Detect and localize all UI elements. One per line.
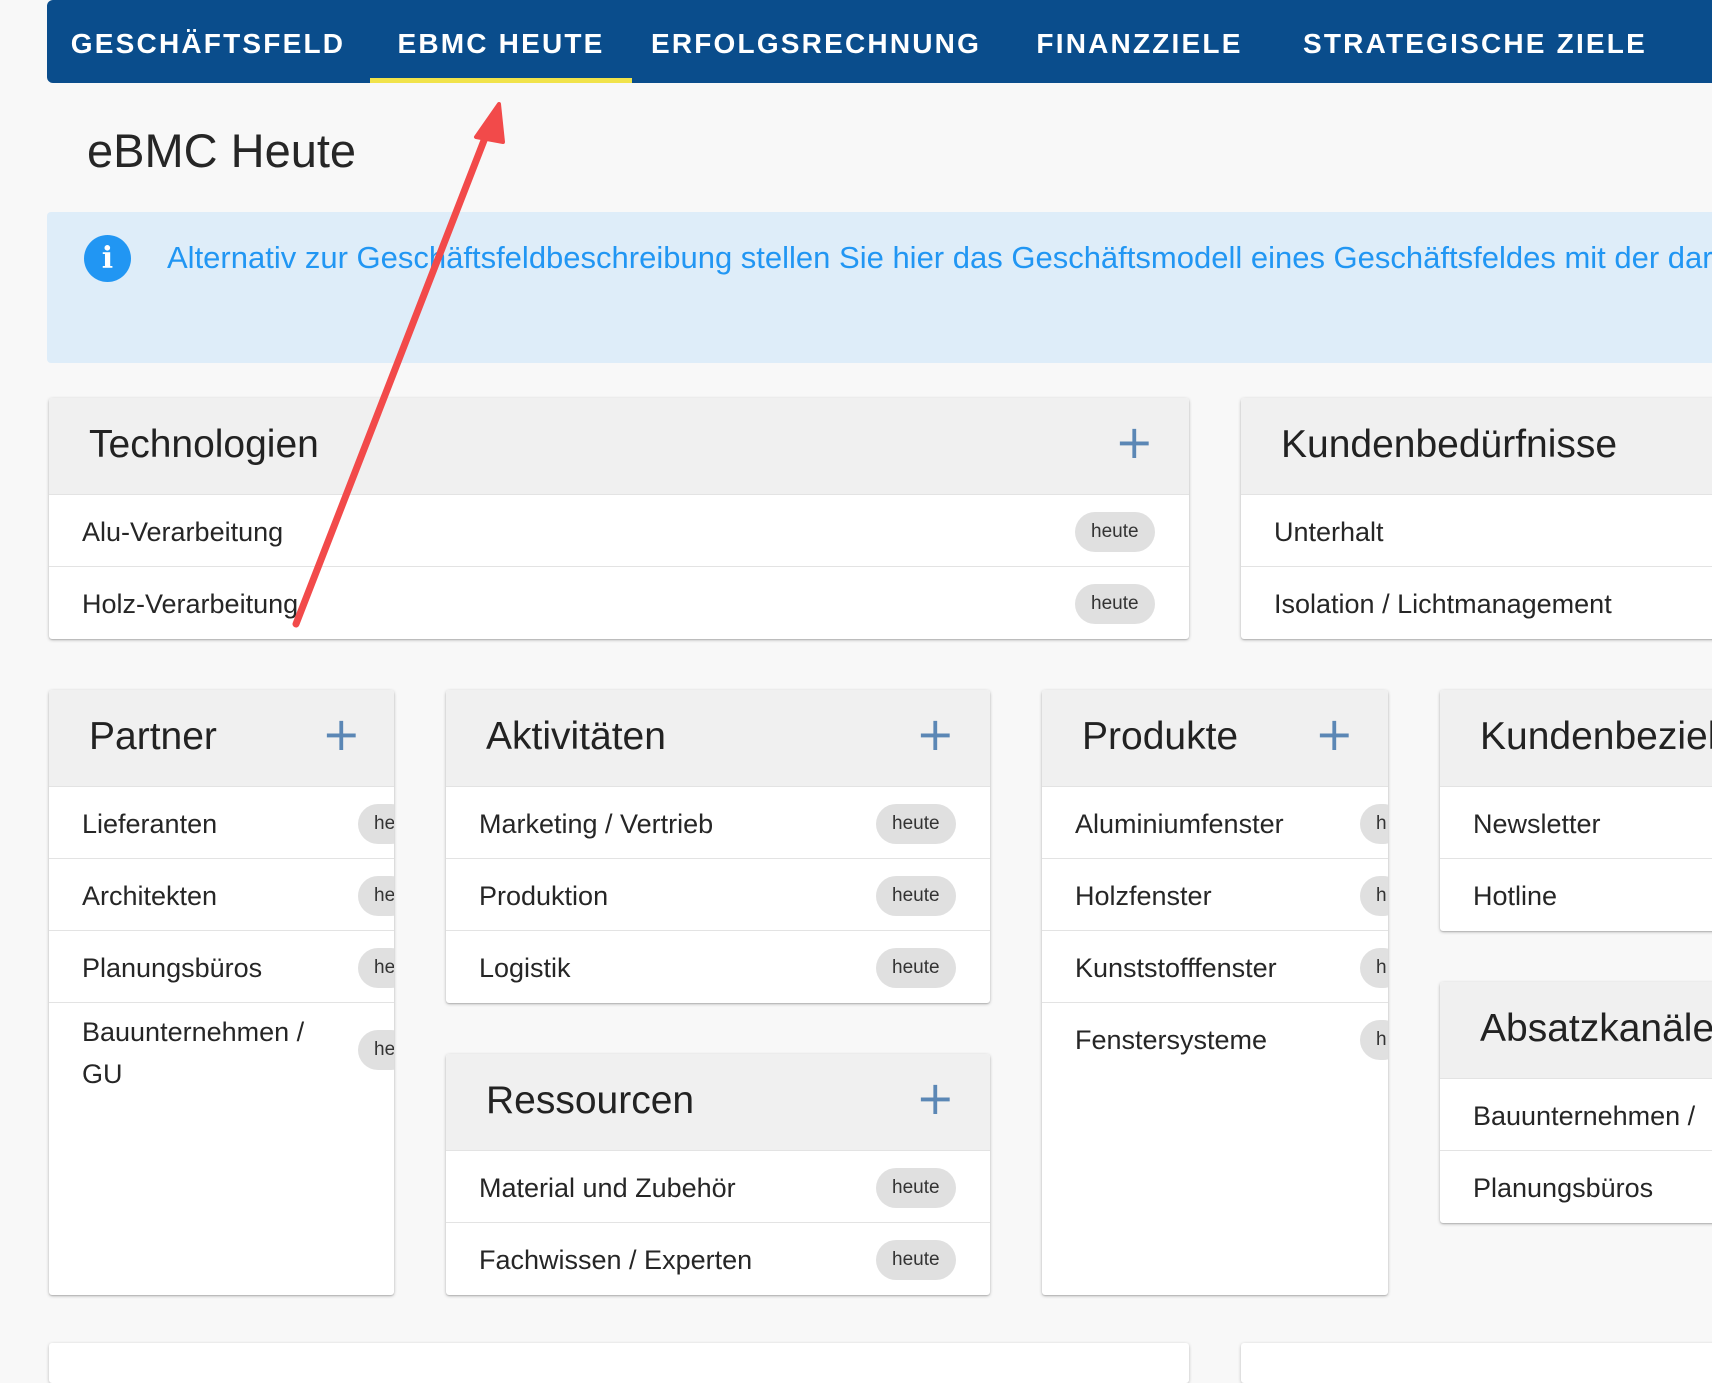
status-badge: heute xyxy=(876,1168,956,1208)
list-item[interactable]: Isolation / Lichtmanagement xyxy=(1241,566,1712,639)
status-badge: he xyxy=(358,1030,394,1070)
add-icon[interactable]: + xyxy=(916,1074,955,1122)
top-navigation: GESCHÄFTSFELD EBMC HEUTE ERFOLGSRECHNUNG… xyxy=(47,0,1712,83)
status-badge: h xyxy=(1360,948,1388,988)
card-header: Kundenbedürfnisse xyxy=(1241,398,1712,494)
list-item[interactable]: Planungsbüros he xyxy=(49,930,394,1003)
card-title: Kundenbedürfnisse xyxy=(1281,423,1618,466)
list-item[interactable]: Material und Zubehör heute xyxy=(446,1150,990,1223)
status-badge: he xyxy=(358,948,394,988)
card-aktivitaeten: Aktivitäten + Marketing / Vertrieb heute… xyxy=(446,690,990,1003)
list-item[interactable]: Bauunternehmen / GU he xyxy=(49,1002,394,1103)
list-item[interactable]: Holzfenster h xyxy=(1042,858,1388,931)
tab-ebmc-heute[interactable]: EBMC HEUTE xyxy=(370,0,632,83)
add-icon[interactable]: + xyxy=(1115,418,1154,466)
card-stub xyxy=(1241,1343,1712,1383)
list-item[interactable]: Fachwissen / Experten heute xyxy=(446,1222,990,1295)
list-item[interactable]: Planungsbüros xyxy=(1440,1150,1712,1223)
card-title: Ressourcen xyxy=(486,1079,695,1122)
list-item[interactable]: Kunststofffenster h xyxy=(1042,930,1388,1003)
list-item[interactable]: Aluminiumfenster h xyxy=(1042,786,1388,859)
item-label: Planungsbüros xyxy=(82,953,263,983)
status-badge: heute xyxy=(876,876,956,916)
tab-strategische-ziele[interactable]: STRATEGISCHE ZIELE xyxy=(1295,0,1655,83)
status-badge: heute xyxy=(876,804,956,844)
list-item[interactable]: Logistik heute xyxy=(446,930,990,1003)
item-label: Newsletter xyxy=(1473,809,1601,839)
status-badge: heute xyxy=(876,948,956,988)
card-title: Kundenbeziel xyxy=(1480,715,1712,758)
item-label: Hotline xyxy=(1473,881,1558,911)
item-label: Material und Zubehör xyxy=(479,1173,736,1203)
status-badge: he xyxy=(358,876,394,916)
card-stub xyxy=(49,1343,1189,1383)
item-label: Bauunternehmen / xyxy=(1473,1101,1696,1131)
card-header: Produkte + xyxy=(1042,690,1388,786)
list-item[interactable]: Produktion heute xyxy=(446,858,990,931)
list-item[interactable]: Newsletter xyxy=(1440,786,1712,859)
status-badge: heute xyxy=(1075,584,1155,624)
list-item[interactable]: Marketing / Vertrieb heute xyxy=(446,786,990,859)
item-label: Fachwissen / Experten xyxy=(479,1245,753,1275)
card-kundenbeziehungen: Kundenbeziel Newsletter Hotline xyxy=(1440,690,1712,931)
status-badge: heute xyxy=(876,1240,956,1280)
status-badge: h xyxy=(1360,876,1388,916)
card-title: Produkte xyxy=(1082,715,1239,758)
card-title: Technologien xyxy=(89,423,319,466)
card-ressourcen: Ressourcen + Material und Zubehör heute … xyxy=(446,1054,990,1295)
item-label: Alu-Verarbeitung xyxy=(82,517,284,547)
card-header: Partner + xyxy=(49,690,394,786)
arrow-head-icon xyxy=(474,102,505,144)
card-title: Absatzkanäle xyxy=(1480,1007,1712,1050)
card-title: Aktivitäten xyxy=(486,715,666,758)
status-badge: heute xyxy=(1075,512,1155,552)
card-absatzkanaele: Absatzkanäle Bauunternehmen / Planungsbü… xyxy=(1440,982,1712,1223)
list-item[interactable]: Fenstersysteme h xyxy=(1042,1002,1388,1075)
list-item[interactable]: Architekten he xyxy=(49,858,394,931)
item-label: Marketing / Vertrieb xyxy=(479,809,714,839)
item-label: Logistik xyxy=(479,953,571,983)
list-item[interactable]: Bauunternehmen / xyxy=(1440,1078,1712,1151)
item-label: Isolation / Lichtmanagement xyxy=(1274,589,1612,619)
status-badge: he xyxy=(358,804,394,844)
item-label: Fenstersysteme xyxy=(1075,1025,1268,1055)
item-label: Produktion xyxy=(479,881,609,911)
card-header: Technologien + xyxy=(49,398,1189,494)
tab-finanzziele[interactable]: FINANZZIELE xyxy=(1022,0,1257,83)
item-label: Holzfenster xyxy=(1075,881,1212,911)
card-title: Partner xyxy=(89,715,217,758)
info-text: Alternativ zur Geschäftsfeldbeschreibung… xyxy=(167,240,1712,275)
card-partner: Partner + Lieferanten he Architekten he … xyxy=(49,690,394,1295)
list-item[interactable]: Alu-Verarbeitung heute xyxy=(49,494,1189,567)
tab-erfolgsrechnung[interactable]: ERFOLGSRECHNUNG xyxy=(647,0,985,83)
tab-geschaeftsfeld[interactable]: GESCHÄFTSFELD xyxy=(47,0,369,83)
card-header: Ressourcen + xyxy=(446,1054,990,1150)
item-label: Planungsbüros xyxy=(1473,1173,1654,1203)
add-icon[interactable]: + xyxy=(1315,710,1354,758)
add-icon[interactable]: + xyxy=(322,710,361,758)
item-label: Lieferanten xyxy=(82,809,218,839)
item-label: Holz-Verarbeitung xyxy=(82,589,299,619)
card-header: Kundenbeziel xyxy=(1440,690,1712,786)
item-label: Unterhalt xyxy=(1274,517,1384,547)
list-item[interactable]: Hotline xyxy=(1440,858,1712,931)
info-banner: i Alternativ zur Geschäftsfeldbeschreibu… xyxy=(47,212,1712,363)
item-label: Aluminiumfenster xyxy=(1075,809,1284,839)
item-label: Bauunternehmen / GU xyxy=(82,1017,305,1089)
page-title: eBMC Heute xyxy=(87,124,357,177)
card-header: Aktivitäten + xyxy=(446,690,990,786)
status-badge: h xyxy=(1360,804,1388,844)
card-header: Absatzkanäle xyxy=(1440,982,1712,1078)
item-label: Architekten xyxy=(82,881,218,911)
add-icon[interactable]: + xyxy=(916,710,955,758)
info-icon: i xyxy=(84,235,131,282)
item-label: Kunststofffenster xyxy=(1075,953,1277,983)
list-item[interactable]: Lieferanten he xyxy=(49,786,394,859)
list-item[interactable]: Unterhalt xyxy=(1241,494,1712,567)
status-badge: h xyxy=(1360,1020,1388,1060)
card-technologien: Technologien + Alu-Verarbeitung heute Ho… xyxy=(49,398,1189,639)
card-produkte: Produkte + Aluminiumfenster h Holzfenste… xyxy=(1042,690,1388,1295)
list-item[interactable]: Holz-Verarbeitung heute xyxy=(49,566,1189,639)
card-kundenbeduerfnisse: Kundenbedürfnisse Unterhalt Isolation / … xyxy=(1241,398,1712,639)
